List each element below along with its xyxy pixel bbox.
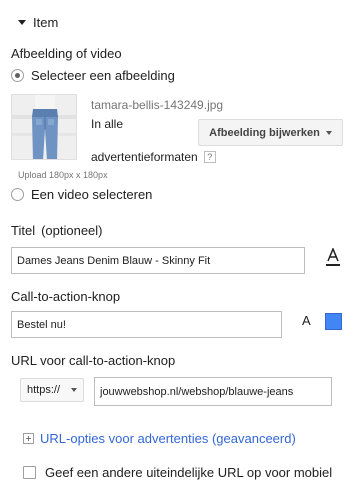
select-image-option[interactable]: Selecteer een afbeelding <box>11 68 175 83</box>
jeans-photo-icon <box>12 95 76 159</box>
select-video-label[interactable]: Een video selecteren <box>31 187 152 202</box>
chevron-down-icon[interactable] <box>71 388 77 392</box>
formats-text-line1: In alle <box>91 117 124 131</box>
title-input[interactable]: Dames Jeans Denim Blauw - Skinny Fit <box>11 247 305 274</box>
image-or-video-label: Afbeelding of video <box>11 46 122 61</box>
select-image-label[interactable]: Selecteer een afbeelding <box>31 68 175 83</box>
update-image-button-label[interactable]: Afbeelding bijwerken <box>209 127 320 139</box>
image-filename: tamara-bellis-143249.jpg <box>91 98 224 112</box>
cta-label: Call-to-action-knop <box>11 289 121 304</box>
image-thumbnail <box>11 94 77 160</box>
cta-text-color-icon[interactable]: A <box>302 313 311 328</box>
cta-button-color-swatch[interactable] <box>325 313 342 330</box>
mobile-url-checkbox[interactable] <box>23 466 36 479</box>
advanced-url-options[interactable]: URL-opties voor advertenties (geavanceer… <box>23 431 296 446</box>
protocol-value[interactable]: https:// <box>27 384 60 396</box>
formats-line2-row: advertentieformaten ? <box>91 150 216 164</box>
upload-hint: Upload 180px x 180px <box>18 170 108 180</box>
text-color-icon[interactable] <box>324 247 342 268</box>
help-icon[interactable]: ? <box>203 151 216 163</box>
update-image-button[interactable]: Afbeelding bijwerken <box>198 119 343 146</box>
title-label-row: Titel (optioneel) <box>11 223 103 238</box>
collapse-triangle-icon[interactable] <box>18 19 26 25</box>
protocol-select[interactable]: https:// <box>20 378 84 402</box>
select-video-option[interactable]: Een video selecteren <box>11 187 152 202</box>
title-optional: (optioneel) <box>41 223 103 238</box>
formats-text-line2: advertentieformaten <box>91 150 198 164</box>
expand-plus-icon[interactable] <box>23 433 34 444</box>
title-label: Titel <box>11 223 36 238</box>
url-input[interactable]: jouwwebshop.nl/webshop/blauwe-jeans <box>94 377 332 406</box>
chevron-down-icon[interactable] <box>325 130 332 135</box>
mobile-url-option[interactable]: Geef een andere uiteindelijke URL op voo… <box>23 465 332 480</box>
section-header-item[interactable]: Item <box>18 13 58 31</box>
select-video-radio[interactable] <box>11 188 24 201</box>
section-title: Item <box>33 14 59 30</box>
select-image-radio[interactable] <box>11 69 24 82</box>
mobile-url-label[interactable]: Geef een andere uiteindelijke URL op voo… <box>45 465 332 480</box>
url-label: URL voor call-to-action-knop <box>11 353 176 368</box>
cta-input[interactable]: Bestel nu! <box>11 311 282 338</box>
advanced-url-options-link[interactable]: URL-opties voor advertenties (geavanceer… <box>40 431 296 446</box>
